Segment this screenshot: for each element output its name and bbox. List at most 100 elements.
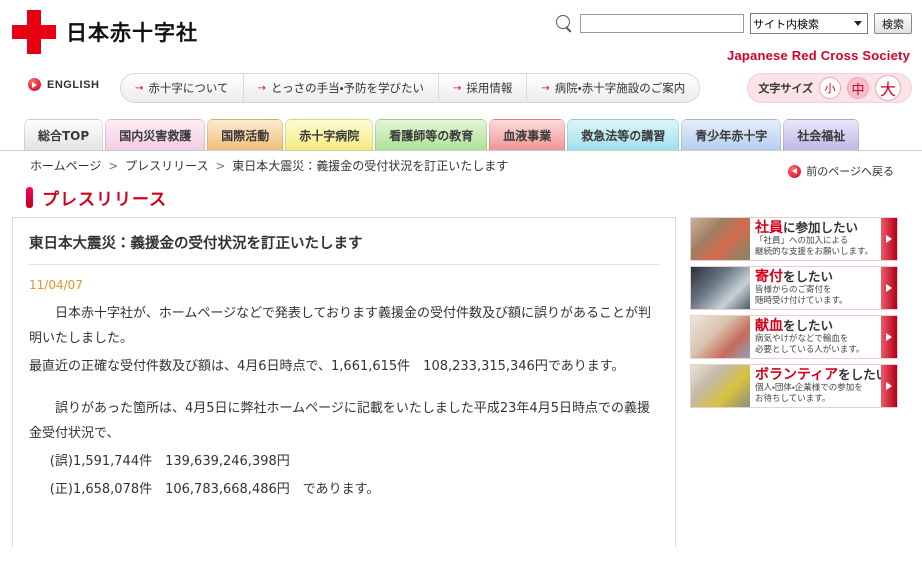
main-tab-nav: 総合TOP 国内災害救護 国際活動 赤十字病院 看護師等の教育 血液事業 救急法… [0, 115, 922, 151]
nav-pill-label: とっさの手当・予防を学びたい [270, 81, 425, 95]
tab-label: 救急法等の講習 [581, 129, 666, 143]
font-size-small-button[interactable]: 小 [819, 77, 841, 99]
nav-pill-about[interactable]: → 赤十字について [121, 74, 244, 102]
article-paragraph: 日本赤十字社が、ホームページなどで発表しております義援金の受付件数及び額に誤りが… [29, 306, 652, 346]
breadcrumb-row: ホームページ > プレスリリース > 東日本大震災：義援金の受付状況を訂正いたし… [0, 151, 922, 181]
article-paragraph: 誤りがあった箇所は、4月5日に弊社ホームページに記載をいたしました平成23年4月… [29, 401, 650, 441]
nav-pill-firstaid[interactable]: → とっさの手当・予防を学びたい [244, 74, 440, 102]
sidebar: 社員に参加したい 「社員」への加入による 継続的な支援をお願いします。 寄付をし… [690, 217, 898, 547]
arrow-right-icon: → [453, 82, 462, 94]
volunteers-photo [691, 218, 750, 260]
blood-donation-photo [691, 316, 750, 358]
tab-general-top[interactable]: 総合TOP [24, 119, 104, 151]
circle-arrow-right-icon [28, 78, 41, 91]
banner-text: 社員に参加したい 「社員」への加入による 継続的な支援をお願いします。 [750, 218, 881, 260]
banner-keyword: 社員 [755, 220, 783, 236]
title-accent-bar [26, 187, 33, 208]
arrow-right-icon: → [135, 82, 144, 94]
article-correction-wrong: (誤)1,591,744件 139,639,246,398円 [49, 454, 290, 469]
english-org-name: Japanese Red Cross Society [727, 48, 910, 63]
back-to-previous-page-link[interactable]: 前のページへ戻る [788, 163, 894, 179]
arrow-right-icon [881, 218, 897, 260]
page-root: 日本赤十字社 サイト内検索 検索 Japanese Red Cross Soci… [0, 0, 922, 569]
banner-heading: 社員に参加したい [755, 220, 881, 236]
nav-pill-label: 採用情報 [466, 81, 513, 95]
page-title-row: プレスリリース [0, 181, 922, 217]
tab-label: 国内災害救護 [119, 129, 192, 143]
banner-rest: をしたい [838, 367, 881, 382]
tab-first-aid-courses[interactable]: 救急法等の講習 [567, 119, 680, 151]
banner-subtitle-line2: お待ちしています。 [755, 394, 831, 404]
nav-pill-label: 赤十字について [148, 81, 229, 95]
back-link-label: 前のページへ戻る [806, 165, 894, 178]
banner-keyword: 献血 [755, 318, 783, 334]
banner-donate-blood[interactable]: 献血をしたい 病気やけがなどで輸血を 必要としている人がいます。 [690, 315, 898, 359]
breadcrumb-item-home[interactable]: ホームページ [30, 159, 101, 173]
search-scope-select[interactable]: サイト内検索 [750, 13, 868, 34]
site-logo[interactable]: 日本赤十字社 [12, 10, 198, 54]
english-link-label: ENGLISH [47, 78, 100, 91]
tab-label: 国際活動 [221, 129, 270, 143]
article-content: 東日本大震災：義援金の受付状況を訂正いたします 11/04/07 日本赤十字社が… [12, 217, 676, 547]
tab-blood-services[interactable]: 血液事業 [489, 119, 566, 151]
tab-label: 総合TOP [38, 129, 90, 143]
page-title: プレスリリース [26, 185, 167, 210]
tab-domestic-disaster-relief[interactable]: 国内災害救護 [105, 119, 206, 151]
tab-nursing-education[interactable]: 看護師等の教育 [375, 119, 488, 151]
font-size-label: 文字サイズ [758, 82, 813, 95]
search-button[interactable]: 検索 [874, 13, 912, 34]
banner-text: 寄付をしたい 皆様からのご寄付を 随時受け付けています。 [750, 267, 881, 309]
utility-pill-nav: → 赤十字について → とっさの手当・予防を学びたい → 採用情報 → 病院・赤… [120, 73, 701, 103]
tab-label: 看護師等の教育 [389, 129, 474, 143]
tab-international-activities[interactable]: 国際活動 [207, 119, 284, 151]
article-correction-right: (正)1,658,078件 106,783,668,486円 であります。 [49, 482, 380, 497]
breadcrumb-item-current: 東日本大震災：義援金の受付状況を訂正いたします [232, 159, 509, 173]
banner-subtitle-line2: 継続的な支援をお願いします。 [755, 247, 874, 257]
banner-subtitle-line1: 皆様からのご寄付を [755, 285, 832, 295]
banner-heading: ボランティアをしたい [755, 367, 881, 383]
chevron-down-icon [854, 21, 862, 26]
search-input[interactable] [580, 14, 744, 33]
article-body: 日本赤十字社が、ホームページなどで発表しております義援金の受付件数及び額に誤りが… [29, 301, 659, 502]
breadcrumb-separator: > [108, 159, 119, 173]
breadcrumb-item-press-release[interactable]: プレスリリース [125, 159, 208, 173]
banner-subtitle-line2: 必要としている人がいます。 [755, 345, 865, 355]
font-size-controls: 文字サイズ 小 中 大 [747, 73, 912, 103]
site-search: サイト内検索 検索 [556, 13, 912, 34]
tab-social-welfare[interactable]: 社会福祉 [783, 119, 860, 151]
banner-become-member[interactable]: 社員に参加したい 「社員」への加入による 継続的な支援をお願いします。 [690, 217, 898, 261]
banner-keyword: ボランティア [755, 367, 839, 383]
banner-volunteer[interactable]: ボランティアをしたい 個人・団体・企業様での参加を お待ちしています。 [690, 364, 898, 408]
banner-rest: をしたい [783, 269, 834, 284]
banner-text: 献血をしたい 病気やけがなどで輸血を 必要としている人がいます。 [750, 316, 881, 358]
breadcrumb: ホームページ > プレスリリース > 東日本大震災：義援金の受付状況を訂正いたし… [30, 157, 508, 174]
arrow-right-icon [881, 365, 897, 407]
nav-pill-facilities[interactable]: → 病院・赤十字施設のご案内 [527, 74, 699, 102]
tab-label: 社会福祉 [797, 129, 846, 143]
nav-pill-recruit[interactable]: → 採用情報 [439, 74, 528, 102]
banner-rest: に参加したい [783, 220, 859, 235]
banner-subtitle-line1: 病気やけがなどで輸血を [755, 334, 849, 344]
banner-heading: 献血をしたい [755, 318, 881, 334]
tab-red-cross-hospitals[interactable]: 赤十字病院 [285, 119, 374, 151]
article-paragraph: 最直近の正確な受付件数及び額は、4月6日時点で、1,661,615件 108,2… [29, 359, 625, 374]
donation-photo [691, 267, 750, 309]
tab-youth-red-cross[interactable]: 青少年赤十字 [681, 119, 782, 151]
banner-keyword: 寄付 [755, 269, 783, 285]
arrow-right-icon: → [541, 82, 550, 94]
banner-make-donation[interactable]: 寄付をしたい 皆様からのご寄付を 随時受け付けています。 [690, 266, 898, 310]
circle-arrow-left-icon [788, 164, 802, 178]
volunteer-activity-photo [691, 365, 750, 407]
tab-label: 血液事業 [503, 129, 552, 143]
banner-text: ボランティアをしたい 個人・団体・企業様での参加を お待ちしています。 [750, 365, 881, 407]
banner-subtitle-line1: 「社員」への加入による [755, 236, 849, 246]
font-size-medium-button[interactable]: 中 [847, 77, 869, 99]
article-date: 11/04/07 [29, 278, 83, 292]
banner-heading: 寄付をしたい [755, 269, 881, 285]
arrow-right-icon [881, 267, 897, 309]
english-link[interactable]: ENGLISH [28, 78, 99, 91]
arrow-right-icon: → [257, 82, 266, 94]
font-size-large-button[interactable]: 大 [875, 75, 901, 101]
site-header: 日本赤十字社 サイト内検索 検索 Japanese Red Cross Soci… [0, 0, 922, 73]
